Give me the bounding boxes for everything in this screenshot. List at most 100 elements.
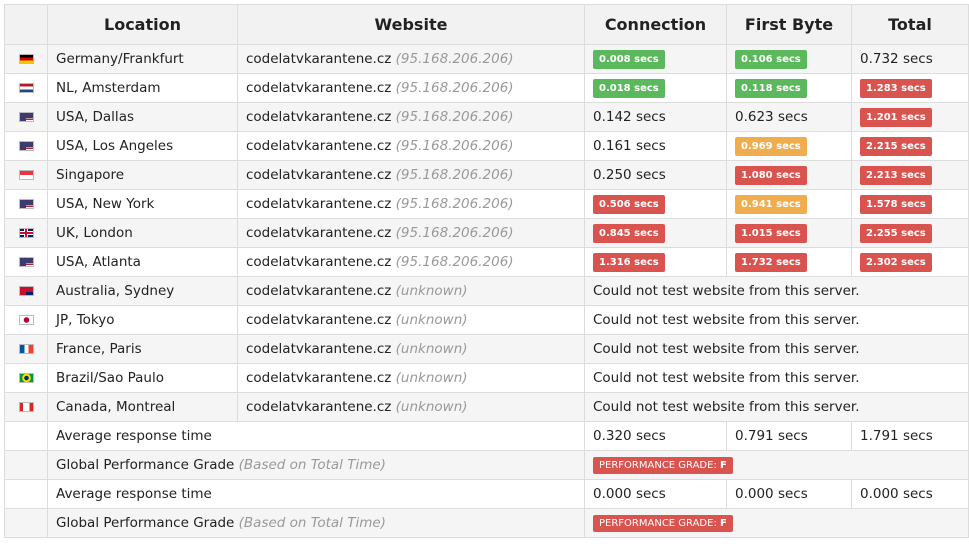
website-cell: codelatvkarantene.cz (95.168.206.206) <box>237 218 585 248</box>
average-total: 0.000 secs <box>851 479 969 509</box>
total-cell-badge: 1.578 secs <box>860 194 932 214</box>
website-ip: (95.168.206.206) <box>395 225 514 241</box>
connection-cell-value: 0.161 secs <box>593 138 666 154</box>
first-byte-cell: 0.118 secs <box>726 73 852 103</box>
location-cell: France, Paris <box>47 334 238 364</box>
header-website: Website <box>237 4 585 45</box>
br-flag-icon <box>18 373 34 383</box>
de-flag-icon <box>18 54 34 64</box>
website-cell: codelatvkarantene.cz (unknown) <box>237 305 585 335</box>
connection-cell-badge: 0.506 secs <box>593 194 665 214</box>
location-cell: UK, London <box>47 218 238 248</box>
connection-cell-badge: 0.008 secs <box>593 49 665 69</box>
connection-cell: 0.506 secs <box>584 189 727 219</box>
website-name: codelatvkarantene.cz <box>246 341 392 357</box>
table-row: Australia, Sydney codelatvkarantene.cz (u… <box>4 276 969 306</box>
flag-cell <box>4 102 48 132</box>
first-byte-cell-value: 0.623 secs <box>735 109 808 125</box>
table-row: UK, London codelatvkarantene.cz (95.168.2… <box>4 218 969 248</box>
total-cell: 1.578 secs <box>851 189 969 219</box>
grade-label-cell: Global Performance Grade (Based on Total… <box>47 450 585 480</box>
flag-cell <box>4 73 48 103</box>
location-cell: USA, Dallas <box>47 102 238 132</box>
website-cell: codelatvkarantene.cz (unknown) <box>237 392 585 422</box>
nl-flag-icon <box>18 83 34 93</box>
first-byte-cell: 0.623 secs <box>726 102 852 132</box>
connection-cell: 0.142 secs <box>584 102 727 132</box>
connection-cell: 0.008 secs <box>584 44 727 74</box>
empty-cell <box>4 479 48 509</box>
table-row: France, Paris codelatvkarantene.cz (unkno… <box>4 334 969 364</box>
jp-flag-icon <box>18 315 34 325</box>
website-name: codelatvkarantene.cz <box>246 399 392 415</box>
website-cell: codelatvkarantene.cz (95.168.206.206) <box>237 102 585 132</box>
connection-cell-value: 0.250 secs <box>593 167 666 183</box>
website-name: codelatvkarantene.cz <box>246 51 392 67</box>
average-total: 1.791 secs <box>851 421 969 451</box>
error-message: Could not test website from this server. <box>584 392 969 422</box>
website-name: codelatvkarantene.cz <box>246 109 392 125</box>
sg-flag-icon <box>18 170 34 180</box>
uk-flag-icon <box>18 228 34 238</box>
flag-cell <box>4 334 48 364</box>
empty-cell <box>4 450 48 480</box>
website-cell: codelatvkarantene.cz (unknown) <box>237 276 585 306</box>
us-flag-icon <box>18 199 34 209</box>
location-cell: USA, New York <box>47 189 238 219</box>
grade-label-cell: Global Performance Grade (Based on Total… <box>47 508 585 538</box>
table-row: Singapore codelatvkarantene.cz (95.168.20… <box>4 160 969 190</box>
table-row: JP, Tokyo codelatvkarantene.cz (unknown) C… <box>4 305 969 335</box>
first-byte-cell-badge: 0.106 secs <box>735 49 807 69</box>
location-cell: Canada, Montreal <box>47 392 238 422</box>
first-byte-cell: 0.106 secs <box>726 44 852 74</box>
flag-cell <box>4 247 48 277</box>
average-row: Average response time 0.000 secs 0.000 sec… <box>4 479 969 509</box>
au-flag-icon <box>18 286 34 296</box>
results-table: Location Website Connection First Byte T… <box>4 4 969 538</box>
total-cell-badge: 2.302 secs <box>860 252 932 272</box>
table-row: USA, New York codelatvkarantene.cz (95.16… <box>4 189 969 219</box>
first-byte-cell-badge: 0.941 secs <box>735 194 807 214</box>
website-cell: codelatvkarantene.cz (95.168.206.206) <box>237 73 585 103</box>
empty-cell <box>4 421 48 451</box>
total-cell: 2.215 secs <box>851 131 969 161</box>
website-ip: (95.168.206.206) <box>395 51 514 67</box>
grade-note: (Based on Total Time) <box>238 515 386 531</box>
flag-cell <box>4 305 48 335</box>
connection-cell-badge: 0.018 secs <box>593 78 665 98</box>
flag-cell <box>4 44 48 74</box>
grade-cell: PERFORMANCE GRADE: F <box>584 508 969 538</box>
website-cell: codelatvkarantene.cz (95.168.206.206) <box>237 131 585 161</box>
flag-cell <box>4 189 48 219</box>
grade-label: Global Performance Grade <box>56 515 235 531</box>
first-byte-cell-badge: 0.118 secs <box>735 78 807 98</box>
connection-cell: 0.161 secs <box>584 131 727 161</box>
total-cell: 2.255 secs <box>851 218 969 248</box>
first-byte-cell-badge: 0.969 secs <box>735 136 807 156</box>
header-flag <box>4 4 48 45</box>
website-ip: (95.168.206.206) <box>395 167 514 183</box>
ca-flag-icon <box>18 402 34 412</box>
website-cell: codelatvkarantene.cz (95.168.206.206) <box>237 44 585 74</box>
website-name: codelatvkarantene.cz <box>246 312 392 328</box>
first-byte-cell: 1.732 secs <box>726 247 852 277</box>
average-row: Average response time 0.320 secs 0.791 sec… <box>4 421 969 451</box>
connection-cell: 0.845 secs <box>584 218 727 248</box>
connection-cell: 0.018 secs <box>584 73 727 103</box>
website-ip: (95.168.206.206) <box>395 109 514 125</box>
first-byte-cell-badge: 1.015 secs <box>735 223 807 243</box>
flag-cell <box>4 160 48 190</box>
first-byte-cell: 0.941 secs <box>726 189 852 219</box>
website-ip: (95.168.206.206) <box>395 80 514 96</box>
location-cell: USA, Los Angeles <box>47 131 238 161</box>
empty-cell <box>4 508 48 538</box>
location-cell: Australia, Sydney <box>47 276 238 306</box>
website-name: codelatvkarantene.cz <box>246 283 392 299</box>
flag-cell <box>4 131 48 161</box>
total-cell-value: 0.732 secs <box>860 51 933 67</box>
location-cell: Singapore <box>47 160 238 190</box>
connection-cell-badge: 0.845 secs <box>593 223 665 243</box>
website-name: codelatvkarantene.cz <box>246 196 392 212</box>
average-label: Average response time <box>47 421 585 451</box>
average-connection: 0.000 secs <box>584 479 727 509</box>
